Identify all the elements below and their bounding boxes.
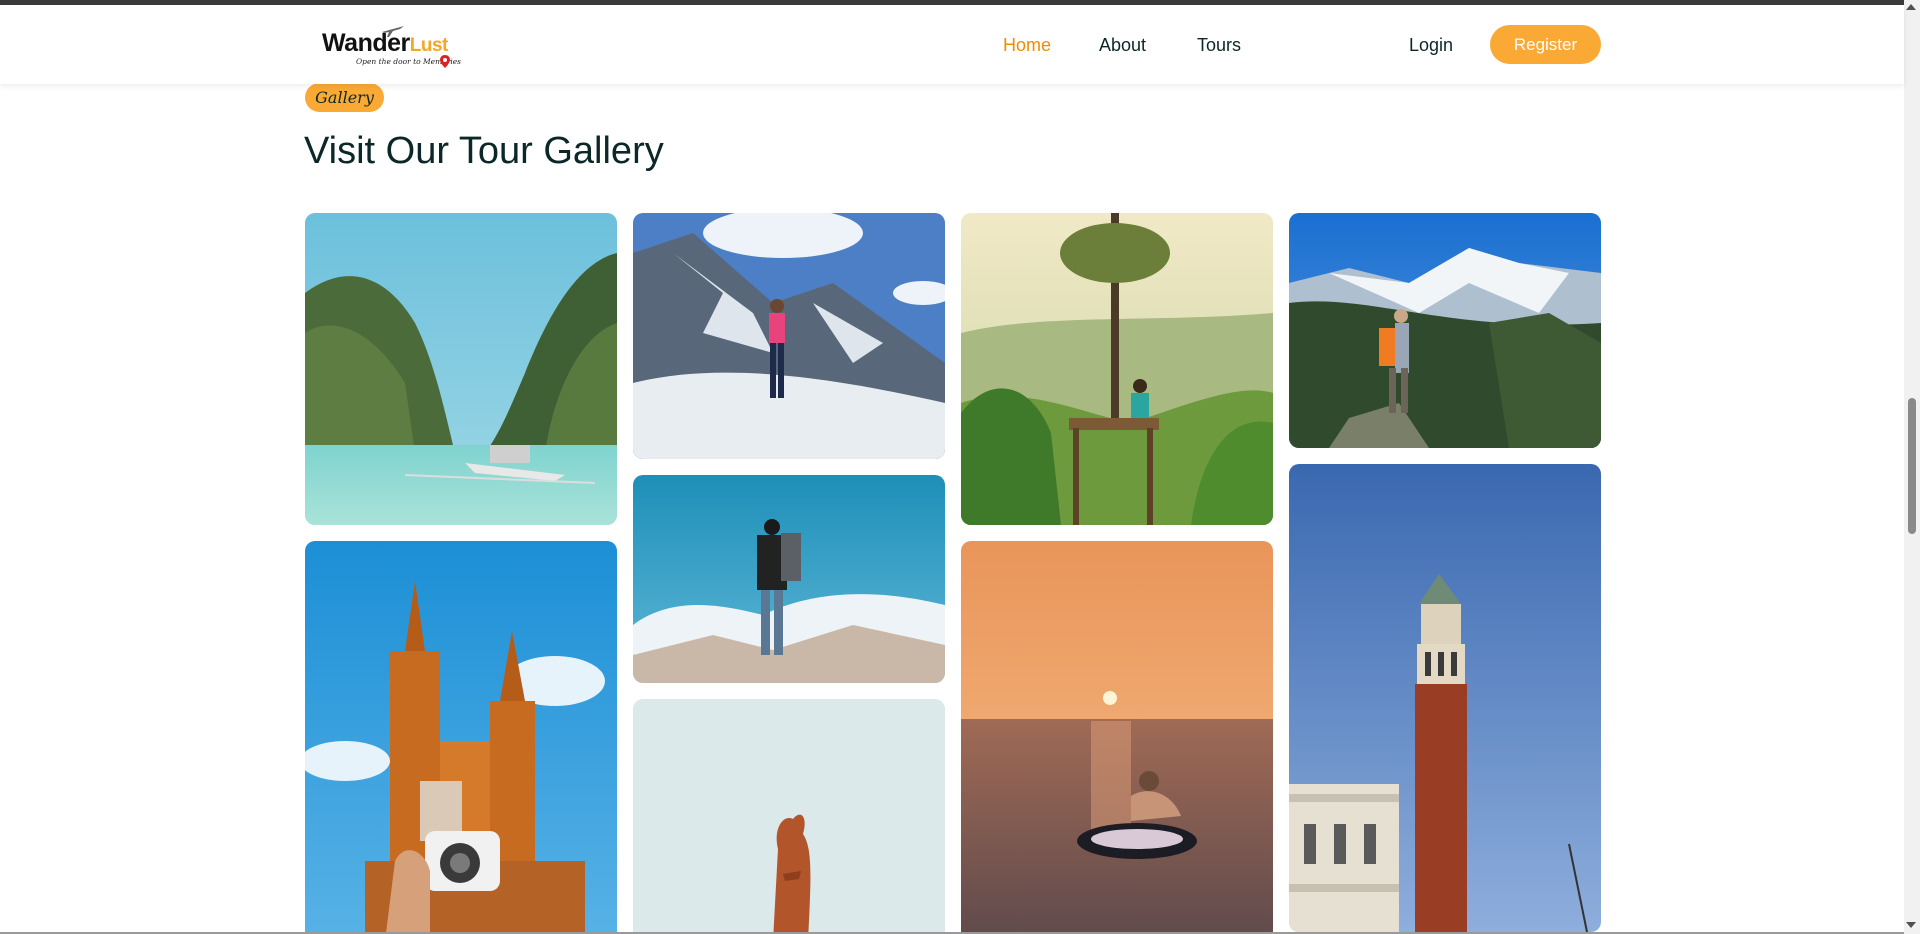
- gallery-badge: Gallery: [305, 83, 384, 112]
- snow-mountain-climber-photo[interactable]: [633, 213, 945, 459]
- logo-brand-word-1: Wander: [322, 29, 410, 57]
- nav-about-link[interactable]: About: [1099, 35, 1146, 56]
- scroll-up-arrow-icon[interactable]: [1906, 4, 1916, 10]
- register-button[interactable]: Register: [1490, 25, 1601, 64]
- gallery-title: Visit Our Tour Gallery: [304, 130, 664, 172]
- logo-brand-word-2: Lust: [409, 35, 449, 56]
- scroll-down-arrow-icon[interactable]: [1906, 922, 1916, 928]
- site-logo[interactable]: WanderLust Open the door to Memories: [318, 23, 461, 75]
- cathedral-camera-photo[interactable]: [305, 541, 617, 934]
- lagoon-boat-photo[interactable]: [305, 213, 617, 525]
- bell-tower-photo[interactable]: [1289, 464, 1601, 932]
- scrollbar-thumb[interactable]: [1908, 398, 1916, 534]
- login-button[interactable]: Login: [1409, 35, 1453, 56]
- treehouse-valley-photo[interactable]: [961, 213, 1273, 525]
- sunset-sea-float-photo[interactable]: [961, 541, 1273, 934]
- hiker-orange-backpack-mountains-photo[interactable]: [1289, 213, 1601, 448]
- location-pin-icon: [440, 55, 450, 68]
- site-header: WanderLust Open the door to Memories Hom…: [0, 5, 1904, 84]
- nav-tours-link[interactable]: Tours: [1197, 35, 1241, 56]
- nav-home-link[interactable]: Home: [1003, 35, 1051, 56]
- backpacker-above-clouds-photo[interactable]: [633, 475, 945, 683]
- logo-brand-text: WanderLust: [322, 29, 448, 58]
- desert-rock-spire-photo[interactable]: [633, 699, 945, 934]
